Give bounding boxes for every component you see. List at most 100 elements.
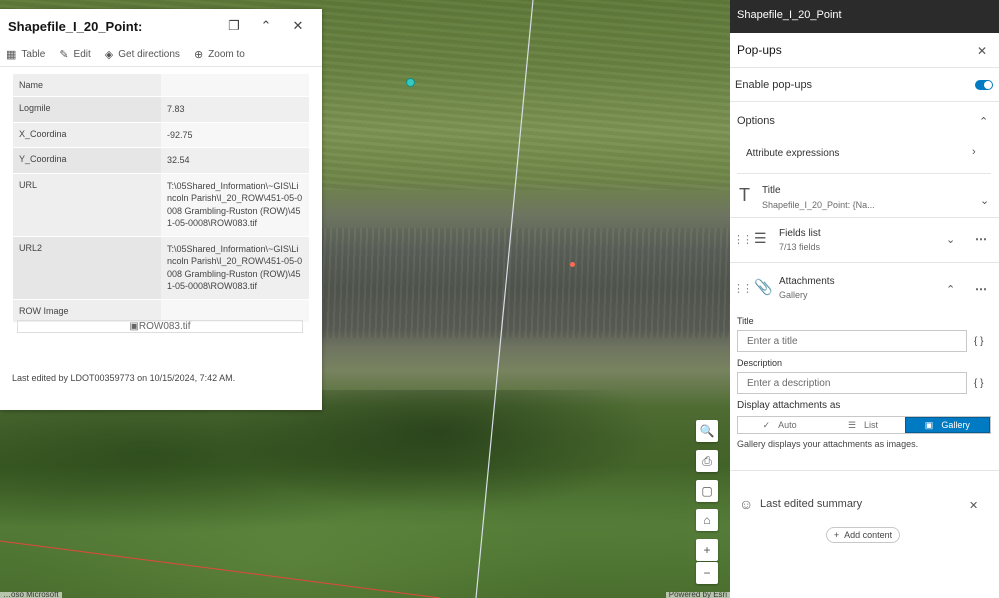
field-name: Name [13, 74, 161, 97]
add-content-label: Add content [844, 530, 893, 540]
map-line-feature [475, 0, 534, 598]
field-name: URL [13, 173, 161, 237]
table-row: Y_Coordina 32.54 [13, 147, 309, 174]
paperclip-icon: 📎 [754, 279, 773, 296]
divider [730, 470, 999, 471]
row-image-placeholder: ▣ROW083.tif [17, 320, 303, 333]
remove-element-button[interactable]: ✕ [969, 499, 978, 512]
expression-button[interactable]: { } [974, 336, 983, 347]
drag-handle-icon[interactable]: ⋮⋮ [733, 233, 753, 246]
table-action[interactable]: ▦ Table [6, 48, 45, 61]
list-icon: ☰ [847, 419, 857, 430]
collapse-button[interactable]: ⌃ [250, 18, 282, 34]
chevron-down-icon[interactable]: ⌄ [980, 194, 989, 207]
chevron-up-icon: ⌃ [260, 18, 272, 33]
table-icon: ▦ [6, 49, 17, 61]
search-icon: 🔍 [699, 424, 715, 438]
map-attribution: …oso Microsoft [0, 592, 62, 598]
home-icon: ⌂ [703, 513, 711, 527]
attribute-expressions-item[interactable]: Attribute expressions [746, 148, 839, 159]
broken-image-icon: ▣ [129, 321, 139, 332]
action-label: Zoom to [208, 49, 245, 60]
attachments-label[interactable]: Attachments [779, 276, 835, 287]
zoom-to-icon: ⊕ [193, 49, 204, 61]
divider [730, 262, 999, 263]
option-label: Auto [778, 420, 797, 430]
search-button[interactable]: 🔍 [696, 420, 718, 442]
zoom-out-button[interactable]: − [696, 562, 718, 584]
drag-handle-icon[interactable]: ⋮⋮ [733, 282, 753, 295]
fields-list-label[interactable]: Fields list [779, 228, 821, 239]
field-name: URL2 [13, 236, 161, 300]
more-options-icon[interactable]: ⋯ [975, 282, 987, 296]
attribute-table: Name Logmile 7.83 X_Coordina -92.75 Y_Coor… [13, 74, 309, 323]
print-button[interactable]: ⎙ [696, 450, 718, 472]
display-mode-segmented: ✓ Auto ☰ List ▣ Gallery [737, 416, 991, 434]
field-name: X_Coordina [13, 122, 161, 148]
close-panel-button[interactable]: ✕ [977, 44, 987, 58]
chevron-down-icon[interactable]: ⌄ [946, 233, 955, 246]
image-icon: ▣ [924, 419, 934, 430]
attachment-title-input[interactable]: Enter a title [737, 330, 967, 352]
table-row: X_Coordina -92.75 [13, 122, 309, 148]
expression-button[interactable]: { } [974, 378, 983, 389]
panel-layer-title: Shapefile_I_20_Point [730, 0, 999, 33]
attachment-description-input[interactable]: Enter a description [737, 372, 967, 394]
minus-icon: − [703, 566, 711, 580]
title-block-sub: Shapefile_I_20_Point: {Na... [762, 200, 875, 210]
attachment-title-label: Title [737, 316, 754, 326]
option-label: Gallery [941, 420, 970, 430]
close-icon: ✕ [969, 500, 979, 512]
action-label: Table [21, 49, 46, 60]
print-icon: ⎙ [702, 453, 712, 468]
more-options-icon[interactable]: ⋯ [975, 232, 987, 246]
edit-icon: ✎ [59, 49, 69, 61]
attachment-description-label: Description [737, 358, 783, 368]
chevron-up-icon: ⌃ [979, 116, 989, 128]
field-name: ROW Image [13, 299, 161, 323]
field-value-url[interactable]: T:\05Shared_Information\~GIS\Lincoln Par… [161, 173, 309, 237]
field-value [161, 299, 309, 323]
feature-popup: Shapefile_I_20_Point: ❐ ⌃ ✕ ▦ Table ✎ Edit… [0, 9, 322, 410]
table-row: URL T:\05Shared_Information\~GIS\Lincoln … [13, 173, 309, 237]
home-button[interactable]: ⌂ [696, 509, 718, 531]
directions-icon: ◈ [104, 49, 114, 61]
action-label: Edit [73, 49, 91, 60]
field-name: Y_Coordina [13, 147, 161, 174]
chevron-up-icon[interactable]: ⌃ [946, 283, 955, 296]
field-value: -92.75 [161, 122, 309, 148]
field-value: 32.54 [161, 147, 309, 174]
fields-list-icon: ☰ [754, 230, 767, 246]
dock-button[interactable]: ❐ [218, 18, 250, 34]
close-icon: ✕ [292, 18, 304, 33]
attachments-sub: Gallery [779, 290, 808, 300]
enable-popups-toggle[interactable] [975, 80, 993, 90]
table-row: Name [13, 74, 309, 97]
edit-action[interactable]: ✎ Edit [59, 48, 90, 61]
title-block-label[interactable]: Title [762, 185, 781, 196]
display-gallery-option[interactable]: ▣ Gallery [904, 417, 990, 433]
zoom-to-action[interactable]: ⊕ Zoom to [194, 48, 245, 61]
image-alt-text: ROW083.tif [138, 321, 191, 332]
table-row: URL2 T:\05Shared_Information\~GIS\Lincoln… [13, 236, 309, 300]
zoom-in-button[interactable]: + [696, 539, 718, 561]
field-value-url[interactable]: T:\05Shared_Information\~GIS\Lincoln Par… [161, 236, 309, 300]
divider [737, 173, 991, 174]
options-collapse-button[interactable]: ⌃ [979, 115, 988, 128]
display-auto-option[interactable]: ✓ Auto [738, 417, 821, 433]
get-directions-action[interactable]: ◈ Get directions [105, 48, 180, 61]
fullscreen-button[interactable]: ▢ [696, 480, 718, 502]
chevron-right-icon: › [972, 146, 976, 158]
add-content-button[interactable]: + Add content [826, 527, 900, 543]
divider [730, 67, 999, 68]
popup-header: Shapefile_I_20_Point: ❐ ⌃ ✕ [0, 9, 322, 43]
check-icon: ✓ [762, 419, 771, 430]
map-red-line-feature [0, 540, 441, 598]
point-feature[interactable] [570, 262, 575, 267]
selected-point-feature[interactable] [406, 78, 415, 87]
field-name: Logmile [13, 96, 161, 123]
divider [730, 217, 999, 218]
gallery-hint: Gallery displays your attachments as ima… [737, 439, 919, 449]
display-list-option[interactable]: ☰ List [821, 417, 904, 433]
close-popup-button[interactable]: ✕ [282, 18, 314, 34]
